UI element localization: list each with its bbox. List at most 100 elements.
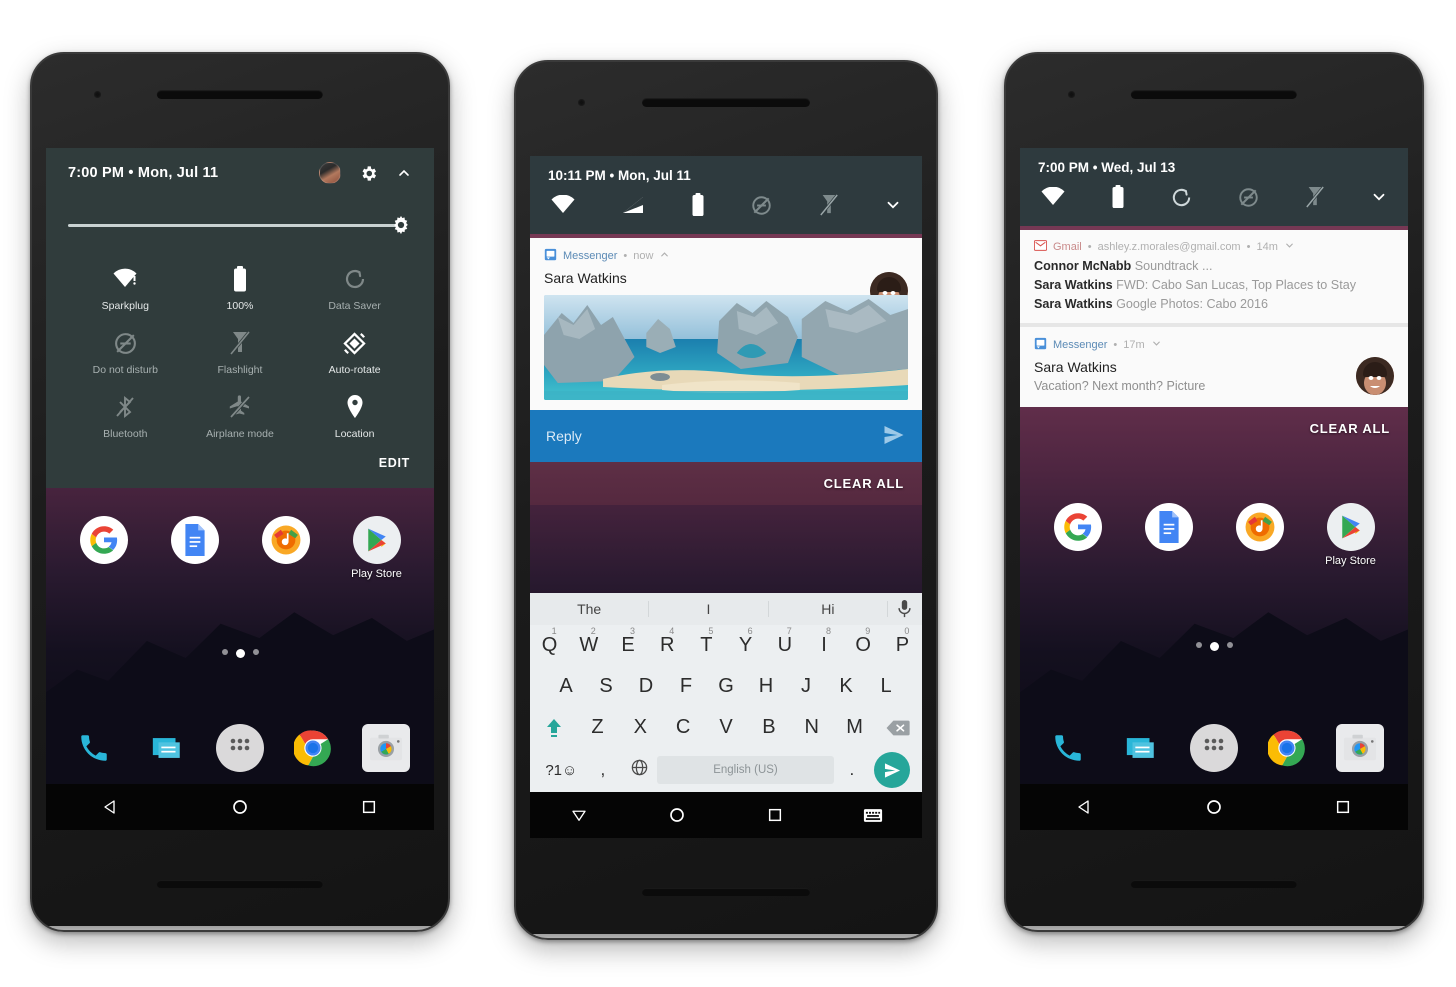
key-i[interactable]: 8I <box>804 626 843 657</box>
tile-battery[interactable]: 100% <box>183 252 298 316</box>
key-j[interactable]: J <box>786 675 826 698</box>
key-l[interactable]: L <box>866 675 906 698</box>
tile-bluetooth[interactable]: Bluetooth <box>68 380 183 444</box>
gmail-row[interactable]: Connor McNabb Soundtrack ... <box>1034 259 1394 273</box>
send-icon[interactable] <box>874 752 910 788</box>
key-u[interactable]: 7U <box>765 626 804 657</box>
brightness-slider[interactable] <box>68 198 412 252</box>
key-x[interactable]: X <box>619 716 662 739</box>
key-t[interactable]: 5T <box>687 626 726 657</box>
key-k[interactable]: K <box>826 675 866 698</box>
brightness-gear-icon[interactable] <box>390 214 412 236</box>
messages-icon[interactable] <box>1117 724 1165 772</box>
chrome-icon[interactable] <box>1263 724 1311 772</box>
back-icon[interactable] <box>1062 798 1108 816</box>
notification-messenger[interactable]: Messenger • now Sara Watkins <box>530 238 922 410</box>
gmail-row[interactable]: Sara Watkins Google Photos: Cabo 2016 <box>1034 297 1394 311</box>
tile-airplane-mode[interactable]: Airplane mode <box>183 380 298 444</box>
home-icon[interactable] <box>654 806 700 824</box>
clear-all-button[interactable]: CLEAR ALL <box>530 462 922 505</box>
app-docs[interactable] <box>1143 502 1195 567</box>
all-apps-icon[interactable] <box>1189 724 1238 772</box>
tile-flashlight[interactable]: Flashlight <box>183 316 298 380</box>
notification-messenger[interactable]: Messenger • 17m Sara Watkins Vacation? N… <box>1020 327 1408 407</box>
chevron-down-icon[interactable] <box>884 196 902 219</box>
suggestion-2[interactable]: I <box>649 601 769 617</box>
page-dot-active[interactable] <box>1209 642 1219 652</box>
key-g[interactable]: G <box>706 675 746 698</box>
key-z[interactable]: Z <box>576 716 619 739</box>
messages-icon[interactable] <box>143 724 191 772</box>
gear-icon[interactable] <box>359 164 378 183</box>
chevron-up-icon[interactable] <box>396 165 412 181</box>
app-play-music[interactable] <box>260 516 312 580</box>
user-avatar[interactable] <box>319 162 341 184</box>
key-q[interactable]: 1Q <box>530 626 569 657</box>
app-play-store[interactable]: Play Store <box>351 516 403 580</box>
chevron-down-icon[interactable] <box>1151 338 1162 352</box>
spacebar[interactable]: English (US) <box>657 756 834 784</box>
all-apps-icon[interactable] <box>215 724 264 772</box>
key-d[interactable]: D <box>626 675 666 698</box>
home-icon[interactable] <box>1191 798 1237 816</box>
keyboard-down-icon[interactable] <box>556 806 602 824</box>
key-a[interactable]: A <box>546 675 586 698</box>
page-dot[interactable] <box>1195 642 1202 649</box>
camera-icon[interactable] <box>361 724 410 772</box>
key-n[interactable]: N <box>790 716 833 739</box>
key-b[interactable]: B <box>747 716 790 739</box>
backspace-icon[interactable] <box>876 719 920 737</box>
phone-icon[interactable] <box>70 724 118 772</box>
key-m[interactable]: M <box>833 716 876 739</box>
page-dot[interactable] <box>252 649 259 656</box>
recents-icon[interactable] <box>752 807 798 823</box>
tile-data-saver[interactable]: Data Saver <box>297 252 412 316</box>
key-p[interactable]: 0P <box>883 626 922 657</box>
suggestion-3[interactable]: Hi <box>769 601 888 617</box>
key-o[interactable]: 9O <box>844 626 883 657</box>
app-google[interactable] <box>1052 502 1104 567</box>
reply-input[interactable]: Reply <box>530 410 922 462</box>
microphone-icon[interactable] <box>888 600 922 618</box>
camera-icon[interactable] <box>1335 724 1384 772</box>
language-globe-icon[interactable] <box>621 758 657 783</box>
keyboard-switch-icon[interactable] <box>850 808 896 823</box>
app-play-store[interactable]: Play Store <box>1325 502 1377 567</box>
key-f[interactable]: F <box>666 675 706 698</box>
back-icon[interactable] <box>88 798 134 816</box>
send-key[interactable] <box>870 752 914 788</box>
comma-key[interactable]: , <box>585 760 621 780</box>
app-docs[interactable] <box>169 516 221 580</box>
page-dot[interactable] <box>221 649 228 656</box>
page-dot[interactable] <box>1226 642 1233 649</box>
chevron-down-icon[interactable] <box>1284 240 1295 254</box>
tile-sparkplug[interactable]: Sparkplug <box>68 252 183 316</box>
chevron-down-icon[interactable] <box>1370 188 1388 211</box>
key-r[interactable]: 4R <box>648 626 687 657</box>
clear-all-button[interactable]: CLEAR ALL <box>1020 407 1408 450</box>
key-w[interactable]: 2W <box>569 626 608 657</box>
chrome-icon[interactable] <box>289 724 337 772</box>
key-v[interactable]: V <box>705 716 748 739</box>
tile-location[interactable]: Location <box>297 380 412 444</box>
shift-icon[interactable] <box>532 717 576 739</box>
notification-gmail[interactable]: Gmail • ashley.z.morales@gmail.com • 14m… <box>1020 230 1408 323</box>
page-dot-active[interactable] <box>235 649 245 659</box>
cabo-san-lucas-photo[interactable] <box>544 295 908 400</box>
key-e[interactable]: 3E <box>608 626 647 657</box>
tile-auto-rotate[interactable]: Auto-rotate <box>297 316 412 380</box>
key-s[interactable]: S <box>586 675 626 698</box>
edit-button[interactable]: EDIT <box>68 444 412 476</box>
send-icon[interactable] <box>882 423 906 450</box>
symbols-key[interactable]: ?1☺ <box>538 762 585 779</box>
key-y[interactable]: 6Y <box>726 626 765 657</box>
home-icon[interactable] <box>217 798 263 816</box>
chevron-up-icon[interactable] <box>659 249 670 263</box>
app-play-music[interactable] <box>1234 502 1286 567</box>
period-key[interactable]: . <box>834 760 870 780</box>
gmail-row[interactable]: Sara Watkins FWD: Cabo San Lucas, Top Pl… <box>1034 278 1394 292</box>
recents-icon[interactable] <box>346 799 392 815</box>
suggestion-1[interactable]: The <box>530 601 650 617</box>
phone-icon[interactable] <box>1044 724 1092 772</box>
key-h[interactable]: H <box>746 675 786 698</box>
